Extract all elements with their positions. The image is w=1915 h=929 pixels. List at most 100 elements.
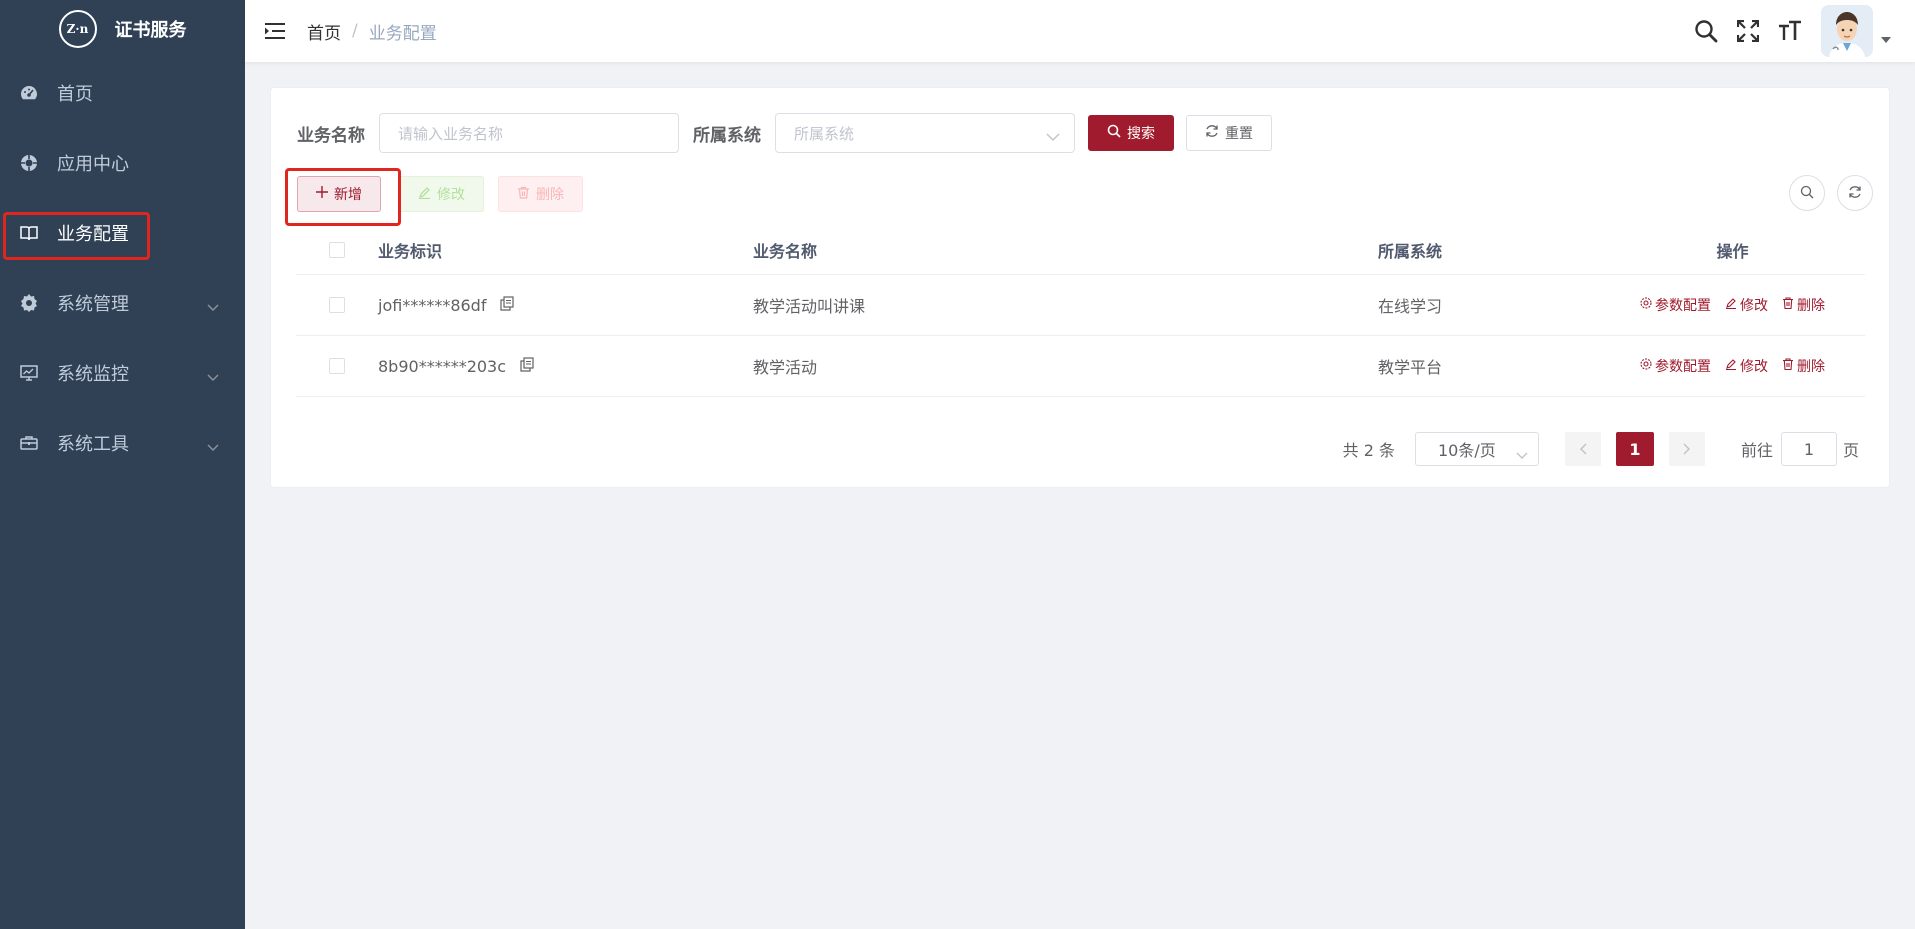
breadcrumb: 首页 / 业务配置 — [307, 19, 437, 44]
search-icon — [1800, 184, 1814, 203]
table-row: jofi******86df 教学活动叫讲课 在线学习 参数配置 修改 删除 — [296, 275, 1865, 336]
refresh-button[interactable] — [1837, 175, 1873, 211]
reset-button-label: 重置 — [1225, 126, 1253, 142]
column-header-id: 业务标识 — [378, 241, 443, 261]
chevron-down-icon — [1046, 128, 1060, 146]
fullscreen-icon[interactable] — [1727, 10, 1769, 52]
chevron-down-icon — [207, 436, 219, 457]
sidebar-item-system-monitor[interactable]: 系统监控 — [0, 338, 245, 408]
reset-button[interactable]: 重置 — [1186, 115, 1272, 151]
business-name-placeholder: 请输入业务名称 — [398, 124, 504, 143]
page-size-select[interactable]: 10条/页 — [1414, 432, 1539, 466]
delete-button[interactable]: 删除 — [498, 176, 583, 212]
param-config-button[interactable]: 参数配置 — [1640, 356, 1711, 376]
pagination: 共 2 条 10条/页 1 前往 1 页 — [1343, 432, 1859, 466]
refresh-icon — [1848, 184, 1862, 203]
param-config-button[interactable]: 参数配置 — [1640, 295, 1711, 315]
row-checkbox[interactable] — [329, 358, 345, 374]
goto-label: 前往 — [1740, 441, 1773, 460]
font-size-icon[interactable] — [1769, 10, 1811, 52]
row-id-cell: jofi******86df — [378, 296, 753, 315]
sidebar-item-system-management[interactable]: 系统管理 — [0, 268, 245, 338]
row-edit-label: 修改 — [1740, 359, 1768, 375]
toolbox-icon — [20, 434, 38, 452]
column-header-name: 业务名称 — [753, 241, 818, 261]
hamburger-icon[interactable] — [245, 0, 305, 62]
business-id: jofi******86df — [378, 295, 487, 315]
search-icon[interactable] — [1685, 10, 1727, 52]
copy-icon[interactable] — [500, 295, 515, 315]
row-checkbox[interactable] — [329, 297, 345, 313]
edit-icon — [1725, 297, 1737, 313]
header-actions — [1685, 0, 1915, 62]
logo[interactable]: Z·n 证书服务 — [0, 0, 245, 58]
system-label: 所属系统 — [693, 125, 761, 146]
gear-icon — [20, 294, 38, 312]
goto-page-input[interactable]: 1 — [1780, 432, 1837, 466]
column-header-system: 所属系统 — [1378, 241, 1443, 261]
pagination-total: 共 2 条 — [1342, 441, 1395, 460]
row-edit-button[interactable]: 修改 — [1725, 295, 1768, 315]
row-id-cell: 8b90******203c — [378, 357, 753, 376]
avatar[interactable] — [1821, 5, 1873, 57]
breadcrumb-separator: / — [352, 21, 358, 41]
select-all-checkbox[interactable] — [329, 241, 345, 258]
edit-button-label: 修改 — [437, 187, 465, 203]
chevron-down-icon — [207, 366, 219, 387]
delete-button-label: 删除 — [536, 187, 564, 203]
row-delete-button[interactable]: 删除 — [1782, 295, 1825, 315]
row-edit-button[interactable]: 修改 — [1725, 356, 1768, 376]
search-icon — [1107, 124, 1121, 142]
business-config-panel: 业务名称 请输入业务名称 所属系统 所属系统 搜索 重置 新增 修改 删除 业务… — [270, 87, 1890, 488]
edit-button[interactable]: 修改 — [399, 176, 484, 212]
add-button[interactable]: 新增 — [297, 176, 381, 212]
monitor-icon — [20, 364, 38, 382]
book-icon — [20, 224, 38, 242]
table-header: 业务标识 业务名称 所属系统 操作 — [296, 225, 1865, 275]
app-center-icon — [20, 154, 38, 172]
row-actions: 参数配置 修改 删除 — [1600, 295, 1865, 315]
sidebar-item-business-config[interactable]: 业务配置 — [0, 198, 245, 268]
param-config-label: 参数配置 — [1655, 298, 1711, 314]
prev-page-button[interactable] — [1564, 432, 1601, 466]
select-all-cell — [296, 241, 378, 258]
goto-page-value: 1 — [1803, 439, 1815, 459]
page-number-current[interactable]: 1 — [1615, 432, 1654, 466]
top-navbar: 首页 / 业务配置 — [245, 0, 1915, 62]
chevron-down-icon — [207, 296, 219, 317]
chevron-down-icon — [1516, 445, 1528, 464]
param-config-label: 参数配置 — [1655, 359, 1711, 375]
dashboard-icon — [20, 84, 38, 102]
next-page-button[interactable] — [1668, 432, 1705, 466]
business-id: 8b90******203c — [378, 356, 507, 376]
caret-down-icon[interactable] — [1881, 28, 1891, 47]
column-header-ops: 操作 — [1716, 241, 1749, 261]
sidebar-item-system-tools[interactable]: 系统工具 — [0, 408, 245, 478]
business-name-input[interactable]: 请输入业务名称 — [379, 113, 679, 153]
toggle-search-button[interactable] — [1789, 175, 1825, 211]
system-select[interactable]: 所属系统 — [775, 113, 1075, 153]
sidebar-item-app-center[interactable]: 应用中心 — [0, 128, 245, 198]
business-name-label: 业务名称 — [297, 125, 365, 146]
breadcrumb-home[interactable]: 首页 — [307, 19, 341, 44]
row-delete-button[interactable]: 删除 — [1782, 356, 1825, 376]
copy-icon[interactable] — [520, 356, 534, 376]
sidebar-item-label: 业务配置 — [57, 224, 129, 245]
table-tools — [1789, 175, 1873, 211]
search-button-label: 搜索 — [1127, 126, 1155, 142]
logo-icon: Z·n — [58, 10, 97, 48]
sidebar-item-label: 应用中心 — [57, 154, 129, 175]
system-select-placeholder: 所属系统 — [794, 124, 855, 143]
search-button[interactable]: 搜索 — [1088, 115, 1174, 151]
sidebar: Z·n 证书服务 首页 应用中心 业务配置 系统管理 系统监控 系统工具 — [0, 0, 245, 929]
business-system: 在线学习 — [1378, 297, 1443, 316]
trash-icon — [1782, 297, 1794, 313]
plus-icon — [316, 186, 328, 202]
sidebar-item-home[interactable]: 首页 — [0, 58, 245, 128]
add-button-label: 新增 — [334, 187, 362, 203]
row-edit-label: 修改 — [1740, 298, 1768, 314]
page-size-value: 10条/页 — [1437, 441, 1496, 460]
edit-icon — [418, 186, 431, 203]
refresh-icon — [1205, 124, 1219, 142]
chevron-left-icon — [1579, 440, 1587, 459]
